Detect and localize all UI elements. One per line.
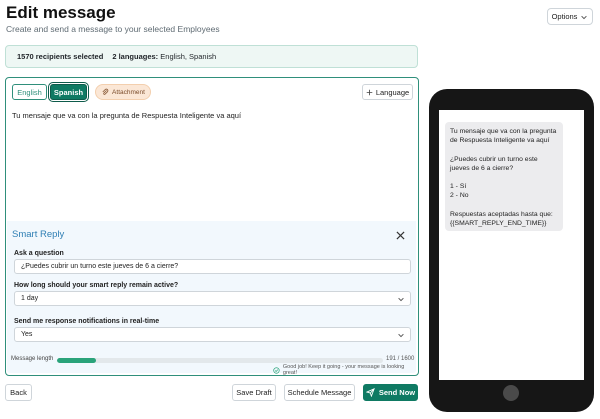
paperclip-icon (102, 88, 109, 95)
add-language-label: Language (375, 87, 410, 97)
page-subtitle: Create and send a message to your select… (6, 24, 220, 34)
languages-value: English, Spanish (160, 52, 217, 61)
languages-summary: 2 languages: English, Spanish (112, 52, 216, 61)
save-draft-button[interactable]: Save Draft (232, 384, 276, 401)
notify-select[interactable]: Yes (14, 327, 411, 342)
message-length-fill (57, 358, 97, 363)
message-length-label: Message length (11, 356, 54, 362)
preview-line-4: 2 - No (450, 192, 469, 200)
message-feedback: Good job! Keep it going - your message i… (273, 364, 418, 376)
preview-line-5: Respuestas aceptadas hasta que: {{SMART_… (450, 210, 555, 228)
message-editor: English Spanish Attachment Language Tu m… (5, 77, 419, 376)
duration-select[interactable]: 1 day (14, 291, 411, 306)
feedback-text: Good job! Keep it going - your message i… (282, 364, 405, 376)
options-label: Options (551, 12, 578, 21)
send-now-button[interactable]: Send Now (363, 384, 418, 401)
notify-value: Yes (21, 331, 33, 338)
tab-english[interactable]: English (12, 84, 47, 100)
notify-label: Send me response notifications in real-t… (14, 318, 160, 325)
close-icon[interactable] (396, 231, 405, 240)
check-circle-icon (273, 366, 280, 374)
recipients-summary: 1570 recipients selected 2 languages: En… (5, 45, 418, 68)
chevron-down-icon (581, 15, 588, 19)
message-preview-bubble: Tu mensaje que va con la pregunta de Res… (445, 122, 563, 231)
preview-line-2: ¿Puedes cubrir un turno este jueves de 6… (450, 155, 540, 172)
phone-screen: Tu mensaje que va con la pregunta de Res… (439, 110, 584, 380)
smart-reply-title: Smart Reply (12, 229, 65, 240)
recipients-count: 1570 recipients selected (17, 52, 104, 61)
languages-label: 2 languages: (112, 52, 159, 61)
schedule-message-button[interactable]: Schedule Message (284, 384, 355, 401)
attachment-button[interactable]: Attachment (95, 84, 151, 100)
question-input[interactable]: ¿Puedes cubrir un turno este jueves de 6… (14, 259, 411, 274)
question-value: ¿Puedes cubrir un turno este jueves de 6… (21, 263, 179, 270)
message-length-bar (57, 358, 383, 363)
back-button[interactable]: Back (5, 384, 32, 401)
question-label: Ask a question (14, 250, 64, 257)
attachment-label: Attachment (112, 88, 145, 96)
send-now-label: Send Now (378, 388, 416, 397)
chevron-down-icon (398, 297, 404, 302)
duration-value: 1 day (21, 295, 39, 302)
home-button (503, 385, 519, 401)
tab-spanish[interactable]: Spanish (48, 82, 89, 102)
chevron-down-icon (398, 333, 404, 338)
preview-line-3: 1 - Sí (450, 183, 467, 191)
message-length-count: 191 / 1600 (386, 356, 415, 362)
phone-preview: Tu mensaje que va con la pregunta de Res… (429, 89, 594, 412)
options-button[interactable]: Options (547, 8, 593, 25)
send-icon (365, 388, 375, 397)
message-textarea[interactable]: Tu mensaje que va con la pregunta de Res… (12, 111, 241, 120)
preview-line-1: Tu mensaje que va con la pregunta de Res… (450, 128, 559, 145)
plus-icon (366, 89, 373, 95)
add-language-button[interactable]: Language (362, 84, 413, 100)
page-title: Edit message (6, 3, 116, 22)
duration-label: How long should your smart reply remain … (14, 282, 179, 289)
smart-reply-panel: Smart Reply Ask a question ¿Puedes cubri… (7, 221, 416, 373)
